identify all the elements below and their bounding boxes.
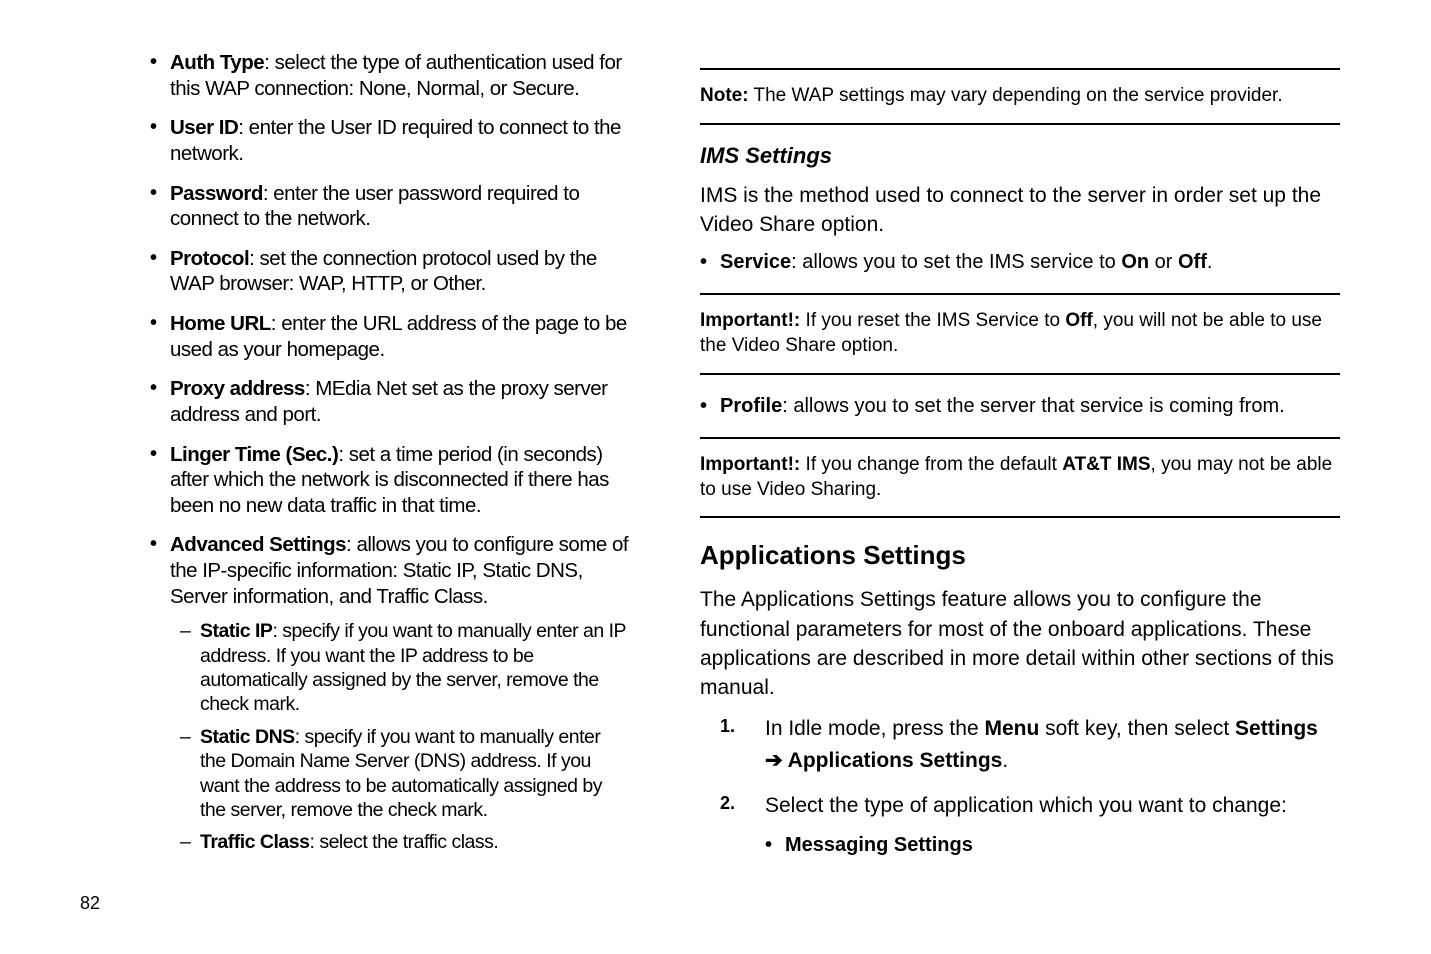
- step-1: 1. In Idle mode, press the Menu soft key…: [700, 713, 1340, 778]
- ims-profile-item: Profile: allows you to set the server th…: [700, 393, 1340, 419]
- desc: : enter the User ID required to connect …: [170, 116, 621, 165]
- off: Off: [1065, 310, 1092, 331]
- term: Auth Type: [170, 51, 264, 74]
- setting-protocol: Protocol: set the connection protocol us…: [150, 246, 630, 297]
- setting-password: Password: enter the user password requir…: [150, 181, 630, 232]
- term: Static IP: [200, 620, 272, 642]
- desc: : select the traffic class.: [309, 831, 498, 853]
- note-wap-vary: Note: The WAP settings may vary dependin…: [700, 68, 1340, 125]
- pre: If you change from the default: [800, 454, 1062, 475]
- term: Service: [720, 251, 791, 273]
- left-column: Auth Type: select the type of authentica…: [80, 50, 630, 870]
- note-text: The WAP settings may vary depending on t…: [749, 85, 1283, 106]
- arrow-icon: ➔: [765, 749, 783, 772]
- term: Password: [170, 182, 263, 205]
- mid: or: [1149, 251, 1178, 273]
- important-label: Important!:: [700, 310, 800, 331]
- applications-settings: Applications Settings: [783, 749, 1003, 772]
- term: Protocol: [170, 247, 249, 270]
- term: Static DNS: [200, 726, 295, 748]
- step-number: 1.: [720, 713, 765, 778]
- settings: Settings: [1235, 717, 1318, 740]
- applications-settings-heading: Applications Settings: [700, 540, 1340, 571]
- off: Off: [1178, 251, 1207, 273]
- important-att-ims: Important!: If you change from the defau…: [700, 437, 1340, 518]
- step-number: 2.: [720, 790, 765, 859]
- term: Proxy address: [170, 377, 305, 400]
- ims-settings-heading: IMS Settings: [700, 143, 1340, 169]
- setting-auth-type: Auth Type: select the type of authentica…: [150, 50, 630, 101]
- pre: : allows you to set the IMS service to: [791, 251, 1121, 273]
- ims-service-item: Service: allows you to set the IMS servi…: [700, 249, 1340, 275]
- step-body: Select the type of application which you…: [765, 790, 1340, 859]
- sub-traffic-class: Traffic Class: select the traffic class.: [180, 830, 630, 854]
- setting-linger-time: Linger Time (Sec.): set a time period (i…: [150, 442, 630, 519]
- end: .: [1207, 251, 1213, 273]
- sub-static-dns: Static DNS: specify if you want to manua…: [180, 725, 630, 823]
- end: .: [1002, 749, 1008, 772]
- term: Traffic Class: [200, 831, 309, 853]
- pre: In Idle mode, press the: [765, 717, 984, 740]
- pre: If you reset the IMS Service to: [800, 310, 1065, 331]
- menu: Menu: [984, 717, 1039, 740]
- right-column: Note: The WAP settings may vary dependin…: [700, 50, 1340, 870]
- term: Advanced Settings: [170, 533, 346, 556]
- term: Linger Time (Sec.): [170, 443, 338, 466]
- applications-intro: The Applications Settings feature allows…: [700, 585, 1340, 703]
- setting-advanced: Advanced Settings: allows you to configu…: [150, 532, 630, 854]
- important-label: Important!:: [700, 454, 800, 475]
- term: Profile: [720, 395, 782, 417]
- step-2: 2. Select the type of application which …: [700, 790, 1340, 859]
- term: User ID: [170, 116, 238, 139]
- sub-static-ip: Static IP: specify if you want to manual…: [180, 619, 630, 717]
- setting-user-id: User ID: enter the User ID required to c…: [150, 115, 630, 166]
- desc: : allows you to set the server that serv…: [782, 395, 1284, 417]
- advanced-sub-list: Static IP: specify if you want to manual…: [170, 619, 630, 854]
- wap-settings-list: Auth Type: select the type of authentica…: [80, 50, 630, 855]
- on: On: [1121, 251, 1149, 273]
- label: Messaging Settings: [785, 834, 973, 856]
- page-number: 82: [80, 893, 100, 914]
- note-label: Note:: [700, 85, 749, 106]
- sub-messaging-settings: Messaging Settings: [765, 832, 1340, 858]
- att: AT&T IMS: [1062, 454, 1150, 475]
- ims-intro: IMS is the method used to connect to the…: [700, 181, 1340, 240]
- important-ims-off: Important!: If you reset the IMS Service…: [700, 293, 1340, 374]
- term: Home URL: [170, 312, 271, 335]
- setting-home-url: Home URL: enter the URL address of the p…: [150, 311, 630, 362]
- text: Select the type of application which you…: [765, 794, 1287, 817]
- mid: soft key, then select: [1039, 717, 1235, 740]
- setting-proxy-address: Proxy address: MEdia Net set as the prox…: [150, 376, 630, 427]
- step-body: In Idle mode, press the Menu soft key, t…: [765, 713, 1340, 778]
